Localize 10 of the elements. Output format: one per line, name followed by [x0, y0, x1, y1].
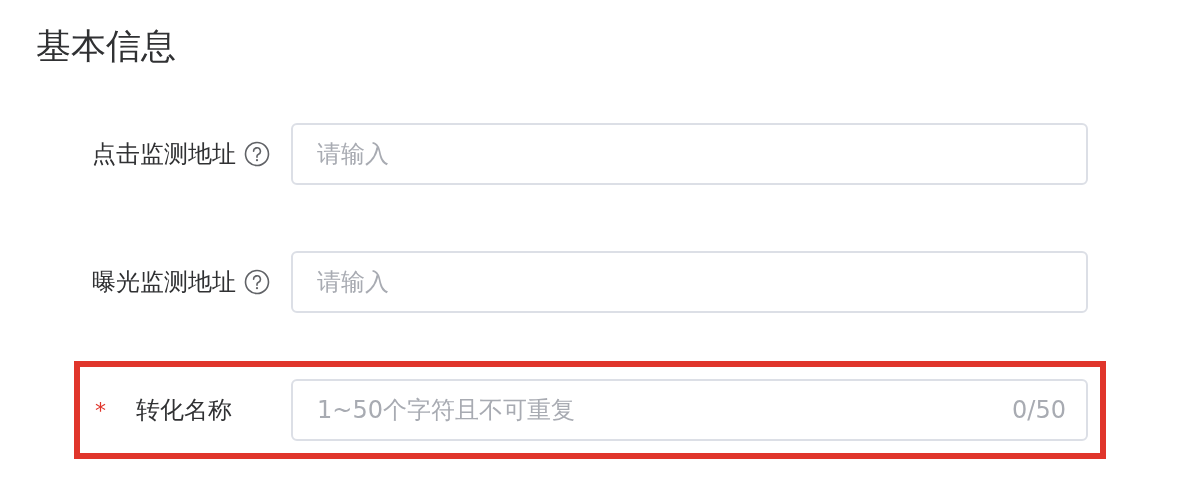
help-icon[interactable]: [244, 141, 270, 167]
field-label: 点击监测地址: [92, 139, 236, 170]
section-title: 基本信息: [35, 25, 177, 68]
input-field[interactable]: 请输入: [291, 123, 1088, 185]
character-counter: 0/50: [1012, 396, 1066, 424]
help-icon[interactable]: [244, 269, 270, 295]
field-label: 曝光监测地址: [92, 267, 236, 298]
field-label: 转化名称: [136, 395, 232, 426]
input-field[interactable]: 请输入: [291, 251, 1088, 313]
required-asterisk: *: [95, 397, 106, 423]
